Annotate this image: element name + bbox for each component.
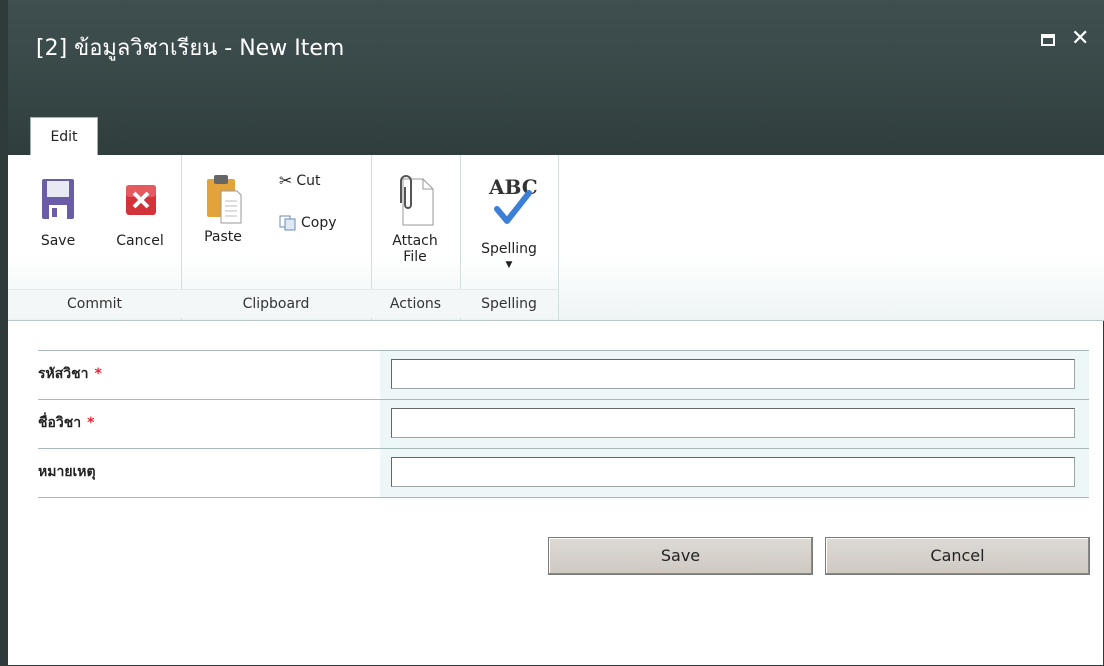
tab-edit[interactable]: Edit xyxy=(30,117,98,157)
paste-icon xyxy=(207,175,242,224)
paste-button[interactable]: Paste xyxy=(193,173,253,245)
save-icon xyxy=(42,179,74,219)
cancel-ribbon-label: Cancel xyxy=(116,233,164,249)
attach-file-button[interactable]: Attach File xyxy=(381,173,449,265)
copy-button[interactable]: Copy xyxy=(279,215,337,231)
copy-icon xyxy=(279,215,296,231)
dropdown-arrow-icon: ▼ xyxy=(505,260,513,270)
notes-label: หมายเหตุ xyxy=(38,464,96,480)
course-code-input[interactable] xyxy=(391,359,1075,389)
left-border xyxy=(0,0,8,666)
field-label-notes: หมายเหตุ xyxy=(38,449,378,497)
cancel-button[interactable]: Cancel xyxy=(825,537,1090,575)
copy-label: Copy xyxy=(301,215,337,231)
field-cell-course-name xyxy=(380,400,1089,448)
group-label-spelling: Spelling xyxy=(460,289,558,318)
form-row-notes: หมายเหตุ xyxy=(38,448,1089,498)
course-name-input[interactable] xyxy=(391,408,1075,438)
group-label-commit: Commit xyxy=(8,289,181,318)
cut-button[interactable]: ✂ Cut xyxy=(279,171,321,190)
save-ribbon-button[interactable]: Save xyxy=(28,177,88,249)
attach-label-1: Attach xyxy=(392,233,438,249)
spelling-button[interactable]: ABC Spelling ▼ xyxy=(472,173,546,273)
field-cell-notes xyxy=(380,449,1089,497)
field-label-course-code: รหัสวิชา * xyxy=(38,351,378,399)
spelling-label: Spelling xyxy=(481,241,537,257)
required-mark: * xyxy=(94,366,102,382)
dialog-window: [2] ข้อมูลวิชาเรียน - New Item ✕ Edit Sa… xyxy=(0,0,1104,666)
ribbon-group-commit: Save Cancel Commit xyxy=(8,155,182,320)
check-mark-icon xyxy=(494,190,532,224)
attachment-icon xyxy=(400,175,434,226)
paste-label: Paste xyxy=(204,229,242,245)
field-label-course-name: ชื่อวิชา * xyxy=(38,400,378,448)
attach-label-2: File xyxy=(403,249,427,265)
form-row-course-name: ชื่อวิชา * xyxy=(38,399,1089,448)
field-cell-course-code xyxy=(380,351,1089,399)
save-button[interactable]: Save xyxy=(548,537,813,575)
maximize-icon[interactable] xyxy=(1041,34,1055,46)
dialog-titlebar: [2] ข้อมูลวิชาเรียน - New Item ✕ Edit xyxy=(0,0,1104,157)
scissors-icon: ✂ xyxy=(279,171,293,190)
group-label-actions: Actions xyxy=(371,289,460,318)
close-icon[interactable]: ✕ xyxy=(1071,26,1089,51)
group-label-clipboard: Clipboard xyxy=(181,289,371,318)
spellcheck-icon: ABC xyxy=(479,173,539,229)
cancel-icon xyxy=(126,185,156,215)
save-ribbon-label: Save xyxy=(40,233,76,249)
new-item-form: รหัสวิชา * ชื่อวิชา * หมายเหตุ xyxy=(38,350,1089,498)
cut-label: Cut xyxy=(296,172,321,189)
ribbon-group-spelling: ABC Spelling ▼ Spelling xyxy=(460,155,559,320)
course-code-label: รหัสวิชา xyxy=(38,366,89,382)
cancel-ribbon-button[interactable]: Cancel xyxy=(108,177,172,249)
ribbon: Save Cancel Commit Paste ✂ Cut Copy Clip… xyxy=(8,155,1104,321)
course-name-label: ชื่อวิชา xyxy=(38,415,82,431)
dialog-title: [2] ข้อมูลวิชาเรียน - New Item xyxy=(36,36,345,61)
required-mark: * xyxy=(87,415,95,431)
form-row-course-code: รหัสวิชา * xyxy=(38,350,1089,399)
ribbon-group-clipboard: Paste ✂ Cut Copy Clipboard xyxy=(181,155,372,320)
ribbon-group-actions: Attach File Actions xyxy=(371,155,461,320)
notes-input[interactable] xyxy=(391,457,1075,487)
